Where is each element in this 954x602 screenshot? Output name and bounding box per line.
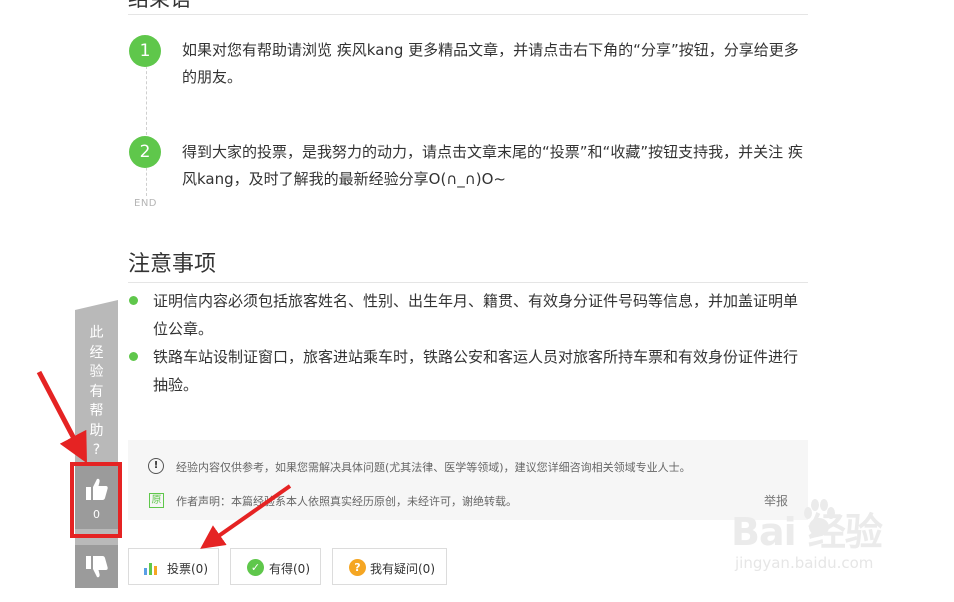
vote-button-label: 投票(0) xyxy=(167,562,208,576)
notes-heading: 注意事项 xyxy=(128,248,808,283)
watermark-url: jingyan.baidu.com xyxy=(735,554,874,572)
question-button-label: 我有疑问(0) xyxy=(370,562,435,576)
question-button[interactable]: ? 我有疑问(0) xyxy=(332,548,447,585)
bar-chart-icon xyxy=(144,562,160,575)
useful-button[interactable]: ✓ 有得(0) xyxy=(230,548,321,585)
vote-button[interactable]: 投票(0) xyxy=(128,548,219,585)
check-icon: ✓ xyxy=(247,559,264,576)
steps-timeline xyxy=(146,66,147,196)
highlight-box xyxy=(70,462,122,538)
author-statement-text: 作者声明：本篇经验系本人依照真实经历原创，未经许可，谢绝转载。 xyxy=(176,495,517,508)
steps-end-label: END xyxy=(134,198,157,209)
thumbs-down-icon xyxy=(86,556,108,578)
step-number-2: 2 xyxy=(129,136,161,168)
baidu-watermark: Bai 经验 jingyan.baidu.com xyxy=(731,495,903,579)
exclamation-icon: ! xyxy=(148,458,164,474)
question-icon: ? xyxy=(349,559,366,576)
note-item-2: 铁路车站设制证窗口，旅客进站乘车时，铁路公安和客运人员对旅客所持车票和有效身份证… xyxy=(153,348,799,394)
conclusion-heading: 结束语 xyxy=(128,0,808,15)
helpful-vote-panel: 此 经 验 有 帮 助 ? 0 xyxy=(75,300,118,588)
step-text-2: 得到大家的投票，是我努力的动力，请点击文章末尾的“投票”和“收藏”按钮支持我，并… xyxy=(182,143,803,188)
dislike-button[interactable] xyxy=(75,545,118,588)
original-icon: 原 xyxy=(149,493,164,508)
paw-icon xyxy=(804,499,835,536)
step-text-1: 如果对您有帮助请浏览 疾风kang 更多精品文章，并请点击右下角的“分享”按钮，… xyxy=(182,41,799,86)
step-number-1: 1 xyxy=(129,35,161,67)
helpful-question: 此 经 验 有 帮 助 ? xyxy=(89,325,104,458)
disclaimer-box: ! 经验内容仅供参考，如果您需解决具体问题(尤其法律、医学等领域)，建议您详细咨… xyxy=(128,440,808,520)
note-item-1: 证明信内容必须包括旅客姓名、性别、出生年月、籍贯、有效身分证件号码等信息，并加盖… xyxy=(153,292,799,338)
disclaimer-warning-text: 经验内容仅供参考，如果您需解决具体问题(尤其法律、医学等领域)，建议您详细咨询相… xyxy=(176,461,691,474)
note-bullet xyxy=(129,352,138,361)
arrow-to-like-button xyxy=(36,370,87,464)
useful-button-label: 有得(0) xyxy=(269,562,310,576)
note-bullet xyxy=(129,296,138,305)
